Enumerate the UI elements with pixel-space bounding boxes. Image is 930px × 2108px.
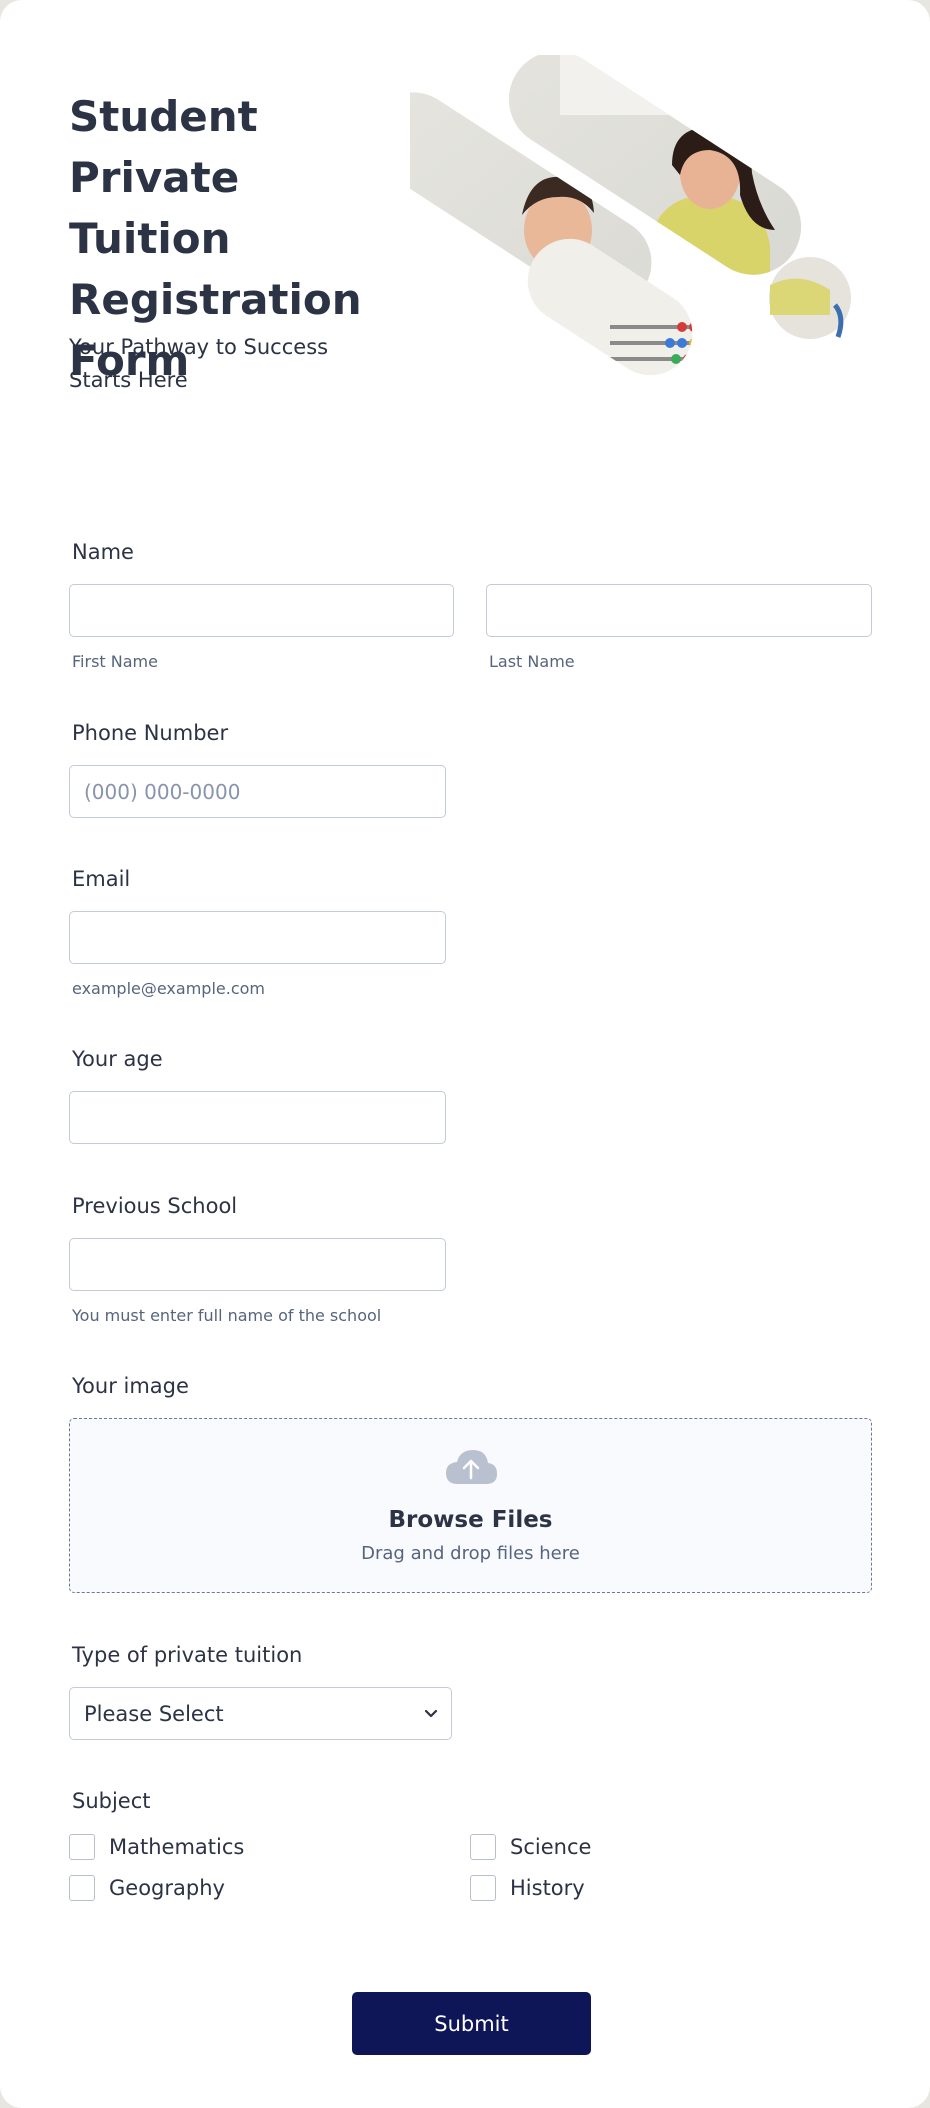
file-upload-dropzone[interactable]: Browse Files Drag and drop files here bbox=[69, 1418, 872, 1593]
age-input[interactable] bbox=[69, 1091, 446, 1144]
checkbox[interactable] bbox=[69, 1834, 95, 1860]
image-label: Your image bbox=[72, 1374, 189, 1398]
email-input[interactable] bbox=[69, 911, 446, 964]
phone-label: Phone Number bbox=[72, 721, 229, 745]
first-name-input[interactable] bbox=[69, 584, 454, 637]
tuition-type-label: Type of private tuition bbox=[72, 1643, 303, 1667]
age-label: Your age bbox=[72, 1047, 163, 1071]
last-name-sublabel: Last Name bbox=[489, 652, 575, 671]
last-name-input[interactable] bbox=[486, 584, 872, 637]
hero-image bbox=[410, 55, 851, 392]
subject-option-science[interactable]: Science bbox=[470, 1834, 591, 1860]
school-input[interactable] bbox=[69, 1238, 446, 1291]
subject-option-label: Mathematics bbox=[109, 1835, 245, 1859]
checkbox[interactable] bbox=[470, 1834, 496, 1860]
subject-label: Subject bbox=[72, 1789, 151, 1813]
chevron-down-icon bbox=[424, 1709, 438, 1718]
subject-option-history[interactable]: History bbox=[470, 1875, 585, 1901]
school-sublabel: You must enter full name of the school bbox=[72, 1306, 382, 1325]
checkbox[interactable] bbox=[470, 1875, 496, 1901]
form-card: Student Private Tuition Registration For… bbox=[0, 0, 930, 2108]
tuition-type-select[interactable]: Please Select bbox=[69, 1687, 452, 1740]
tuition-type-selected: Please Select bbox=[84, 1702, 224, 1726]
form-subtitle: Your Pathway to Success Starts Here bbox=[69, 335, 329, 392]
subject-option-mathematics[interactable]: Mathematics bbox=[69, 1834, 244, 1860]
drag-drop-text: Drag and drop files here bbox=[361, 1543, 580, 1564]
subject-option-geography[interactable]: Geography bbox=[69, 1875, 225, 1901]
subject-option-label: Science bbox=[510, 1835, 592, 1859]
subject-option-label: History bbox=[510, 1876, 585, 1900]
email-sublabel: example@example.com bbox=[72, 979, 265, 998]
cloud-upload-icon bbox=[446, 1450, 497, 1484]
first-name-sublabel: First Name bbox=[72, 652, 158, 671]
checkbox[interactable] bbox=[69, 1875, 95, 1901]
email-label: Email bbox=[72, 867, 131, 891]
submit-button[interactable]: Submit bbox=[352, 1992, 591, 2055]
browse-files-text[interactable]: Browse Files bbox=[70, 1507, 871, 1533]
name-label: Name bbox=[72, 540, 134, 564]
subject-option-label: Geography bbox=[109, 1876, 225, 1900]
phone-input[interactable] bbox=[69, 765, 446, 818]
school-label: Previous School bbox=[72, 1194, 238, 1218]
